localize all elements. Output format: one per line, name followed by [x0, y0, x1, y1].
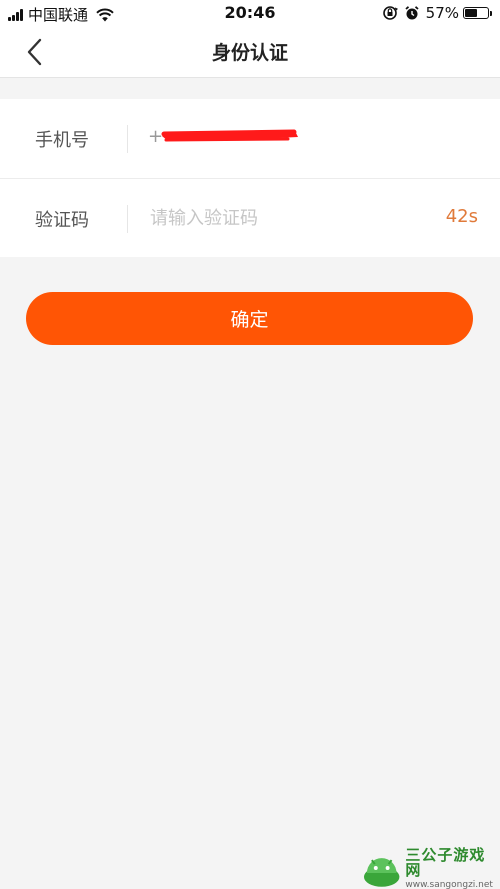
rotation-lock-icon	[382, 6, 398, 20]
verification-form: 手机号 + 验证码 42s	[0, 99, 500, 257]
alarm-icon	[405, 6, 419, 20]
phone-redaction-mark	[161, 129, 298, 142]
confirm-button[interactable]: 确定	[26, 292, 473, 345]
watermark-text: 三公子游戏网 www.sangongzi.net	[405, 845, 500, 889]
page-title: 身份认证	[211, 42, 288, 64]
phone-label: 手机号	[35, 130, 89, 151]
battery-fill	[465, 9, 477, 17]
android-logo-icon	[363, 857, 400, 887]
status-right: 57%	[382, 4, 492, 22]
nav-bar: 身份认证	[0, 26, 500, 78]
battery-percent: 57%	[425, 4, 459, 22]
watermark-title: 三公子游戏网	[405, 845, 486, 879]
status-bar: 中国联通 20:46 57%	[0, 0, 500, 26]
battery-icon	[463, 7, 489, 19]
verification-code-input[interactable]	[150, 203, 420, 233]
code-row: 验证码 42s	[0, 178, 500, 258]
code-label: 验证码	[35, 210, 89, 231]
resend-countdown[interactable]: 42s	[446, 206, 478, 227]
code-divider	[127, 205, 128, 233]
phone-divider	[127, 125, 128, 153]
watermark-url: www.sangongzi.net	[405, 879, 493, 889]
battery-tip	[490, 10, 492, 16]
site-watermark: 三公子游戏网 www.sangongzi.net	[362, 845, 500, 889]
screen: 中国联通 20:46 57% 身份认证 手机号 + 验证码 请输入验证码 42s…	[0, 0, 500, 889]
